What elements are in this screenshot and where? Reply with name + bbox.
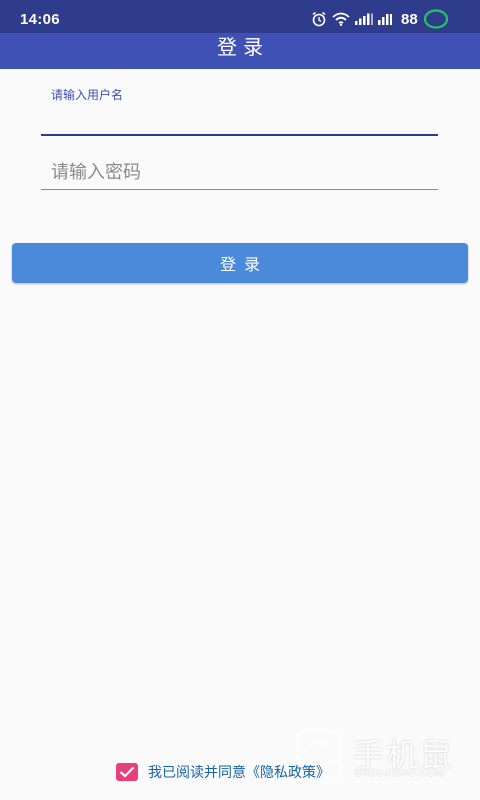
battery-ring-icon (423, 9, 449, 29)
page-title: 登录 (217, 35, 269, 59)
alarm-icon (311, 11, 327, 27)
username-input[interactable] (51, 108, 431, 129)
privacy-checkbox[interactable] (116, 763, 138, 781)
privacy-policy-link[interactable]: 我已阅读并同意《隐私政策》 (148, 762, 330, 782)
username-field[interactable]: 请输入用户名 (41, 86, 438, 136)
username-underline (41, 134, 438, 136)
battery-level: 88 (401, 10, 418, 28)
status-time: 14:06 (20, 11, 60, 28)
status-bar: 14:06 88 (0, 0, 480, 33)
hd-signal-icon (377, 12, 393, 26)
password-underline (41, 189, 438, 190)
privacy-consent: 我已阅读并同意《隐私政策》 (116, 761, 330, 783)
header: 登录 (0, 33, 480, 69)
signal-icon (354, 12, 374, 26)
watermark-subtext: SHOUJISHU.COM (354, 768, 445, 779)
status-icons: 88 (311, 9, 449, 29)
username-label: 请输入用户名 (51, 88, 124, 102)
wifi-icon (332, 12, 350, 26)
login-button[interactable]: 登录 (12, 243, 468, 283)
password-field[interactable] (41, 156, 438, 190)
check-icon (119, 766, 135, 778)
password-input[interactable] (51, 162, 431, 183)
